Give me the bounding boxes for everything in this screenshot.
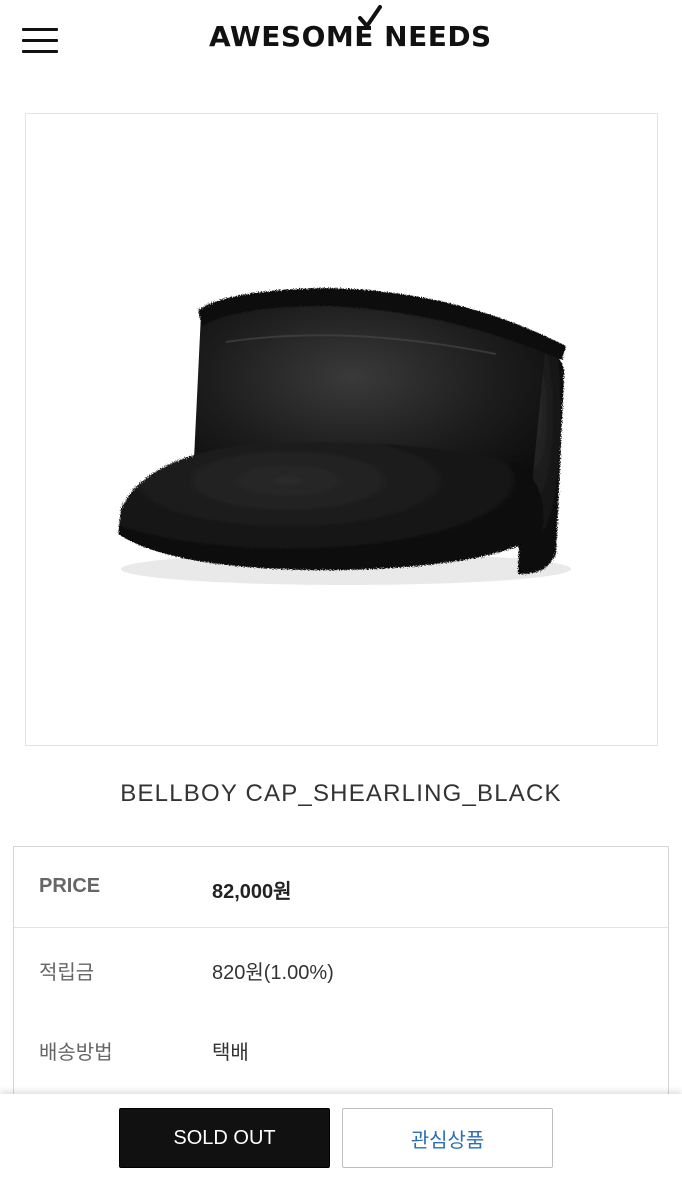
menu-line [22, 50, 58, 53]
shipping-label: 배송방법 [39, 1042, 113, 1064]
shipping-value: 택배 [212, 1042, 249, 1064]
site-logo[interactable]: AWESOME NEEDS [209, 5, 491, 58]
wishlist-button[interactable]: 관심상품 [342, 1108, 553, 1168]
product-image [25, 113, 658, 746]
menu-line [22, 39, 58, 42]
price-row: PRICE 82,000원 [14, 847, 668, 928]
product-info-table: PRICE 82,000원 적립금 820원(1.00%) 배송방법 택배 [13, 846, 669, 1106]
bottom-action-bar: SOLD OUT 관심상품 [0, 1094, 682, 1200]
points-row: 적립금 820원(1.00%) [14, 928, 668, 1008]
points-value: 820원(1.00%) [212, 962, 334, 984]
shipping-row: 배송방법 택배 [14, 1008, 668, 1088]
price-value: 82,000원 [212, 881, 292, 903]
points-label: 적립금 [39, 962, 95, 984]
cap-illustration [118, 288, 571, 585]
logo-text: AWESOME NEEDS [209, 20, 492, 53]
hamburger-menu-icon[interactable] [22, 28, 58, 54]
price-label: PRICE [39, 875, 101, 897]
checkmark-icon [358, 5, 382, 28]
site-header: AWESOME NEEDS [0, 0, 682, 82]
sold-out-button[interactable]: SOLD OUT [119, 1108, 330, 1168]
menu-line [22, 28, 58, 31]
product-name: BELLBOY CAP_SHEARLING_BLACK [120, 780, 562, 807]
